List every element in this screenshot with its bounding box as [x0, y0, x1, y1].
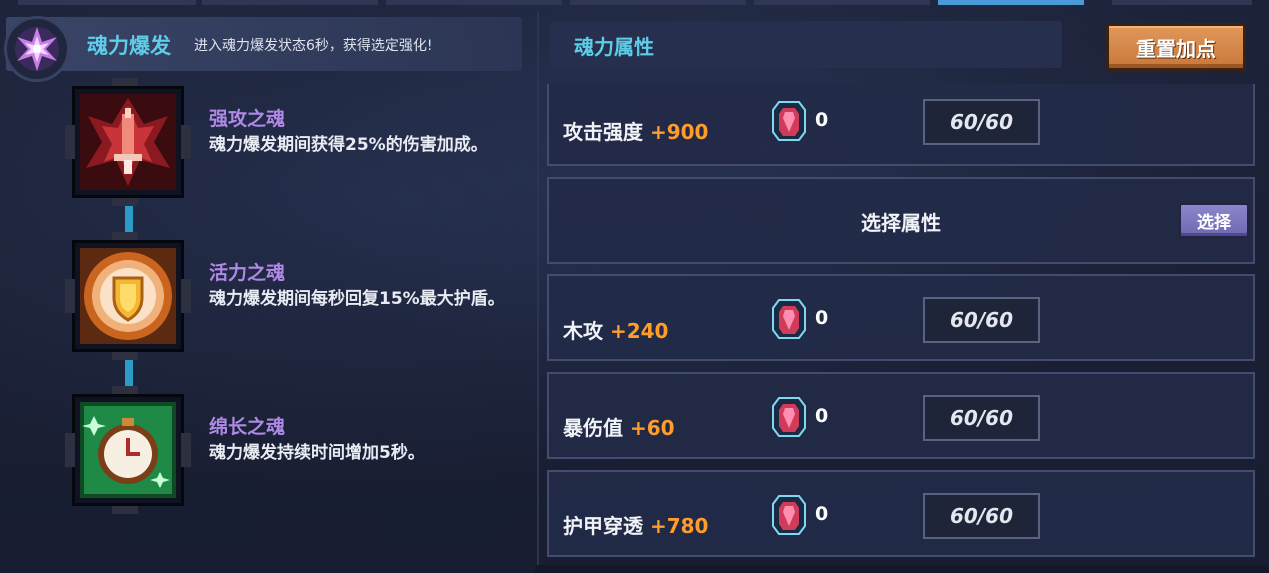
orange-shield-soul-icon	[80, 248, 176, 344]
select-attribute-row: 选择属性 选择	[547, 177, 1255, 264]
attribute-level: 60/60	[923, 395, 1040, 441]
attribute-row: 攻击强度 +900 0 60/60	[547, 84, 1255, 166]
soul-name: 绵长之魂	[209, 416, 286, 438]
top-tab[interactable]	[386, 0, 562, 5]
soul-gem-icon	[772, 495, 806, 535]
select-button[interactable]: 选择	[1179, 203, 1249, 238]
attribute-row: 护甲穿透 +780 0 60/60	[547, 470, 1255, 557]
gem-count: 0	[815, 405, 829, 427]
gem-count: 0	[815, 109, 829, 131]
attributes-title: 魂力属性	[574, 35, 654, 59]
top-tab-active[interactable]	[938, 0, 1084, 5]
green-clock-soul-icon	[80, 402, 176, 498]
attribute-name: 木攻	[563, 319, 603, 343]
attribute-level: 60/60	[923, 493, 1040, 539]
soul-slot-duration[interactable]	[65, 386, 191, 514]
soul-slot-attack[interactable]	[65, 78, 191, 206]
gem-count: 0	[815, 307, 829, 329]
attribute-name: 攻击强度	[563, 120, 643, 144]
purple-star-burst-icon	[4, 16, 70, 82]
attribute-bonus: +780	[649, 514, 709, 538]
top-tab-strip	[0, 0, 1269, 6]
attribute-row: 木攻 +240 0 60/60	[547, 274, 1255, 361]
attribute-name: 护甲穿透	[563, 514, 643, 538]
top-tab[interactable]	[570, 0, 746, 5]
attribute-bonus: +60	[629, 416, 675, 440]
soul-slot-vitality[interactable]	[65, 232, 191, 360]
burst-description: 进入魂力爆发状态6秒，获得选定强化!	[194, 38, 433, 54]
soul-gem-icon	[772, 397, 806, 437]
attribute-level: 60/60	[923, 297, 1040, 343]
attribute-label: 攻击强度 +900	[563, 116, 708, 145]
attribute-bonus: +240	[609, 319, 669, 343]
attribute-label: 护甲穿透 +780	[563, 510, 708, 539]
attribute-bonus: +900	[649, 120, 709, 144]
attribute-label: 暴伤值 +60	[563, 412, 675, 441]
soul-description: 魂力爆发持续时间增加5秒。	[209, 443, 425, 463]
red-sword-soul-icon	[80, 94, 176, 190]
panel-divider	[537, 12, 539, 573]
attribute-name: 暴伤值	[563, 416, 623, 440]
select-attribute-title: 选择属性	[861, 211, 941, 235]
attribute-label: 木攻 +240	[563, 315, 668, 344]
soul-description: 魂力爆发期间每秒回复15%最大护盾。	[209, 289, 505, 309]
bottom-edge	[535, 565, 1269, 573]
soul-name: 活力之魂	[209, 262, 286, 284]
soul-gem-icon	[772, 299, 806, 339]
top-tab[interactable]	[754, 0, 930, 5]
top-tab[interactable]	[18, 0, 196, 5]
top-tab[interactable]	[202, 0, 378, 5]
gem-count: 0	[815, 503, 829, 525]
soul-gem-icon	[772, 101, 806, 141]
reset-points-button[interactable]: 重置加点	[1106, 23, 1246, 71]
soul-name: 强攻之魂	[209, 108, 286, 130]
attribute-level: 60/60	[923, 99, 1040, 145]
burst-title: 魂力爆发	[87, 34, 171, 58]
soul-description: 魂力爆发期间获得25%的伤害加成。	[209, 135, 488, 155]
attribute-row: 暴伤值 +60 0 60/60	[547, 372, 1255, 459]
top-tab[interactable]	[1112, 0, 1252, 5]
